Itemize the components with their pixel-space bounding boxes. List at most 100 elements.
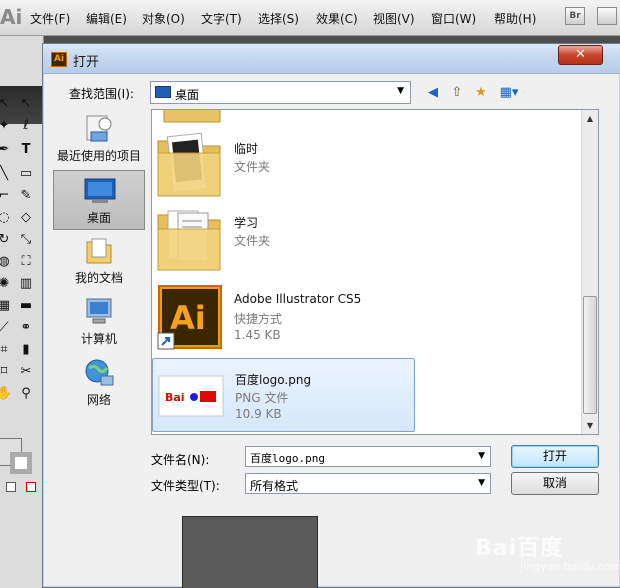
file-name: 百度logo.png [235, 373, 312, 387]
file-name-input[interactable]: 百度logo.png ▼ [245, 446, 491, 467]
open-button[interactable]: 打开 [511, 445, 599, 468]
scroll-down-icon[interactable]: ▼ [582, 417, 598, 434]
chevron-down-icon[interactable]: ▼ [478, 451, 485, 461]
back-icon[interactable]: ◀ [423, 83, 443, 103]
places-bar: 最近使用的项目 桌面 我的文档 计算机 网络 [53, 109, 145, 409]
place-label: 桌面 [86, 211, 111, 225]
folder-icon [157, 132, 221, 197]
file-type-select[interactable]: 所有格式 ▼ [245, 473, 491, 494]
lasso-tool-icon[interactable]: ℓ [18, 118, 34, 134]
file-item-temp[interactable]: 临时 文件夹 [152, 128, 452, 202]
illustrator-app-icon: Ai [51, 52, 67, 67]
desktop-icon [84, 178, 116, 203]
blob-brush-tool-icon[interactable]: ◌ [0, 210, 12, 226]
column-graph-tool-icon[interactable]: ▮ [18, 342, 34, 358]
file-type-label: 文件类型(T): [151, 479, 220, 493]
rotate-tool-icon[interactable]: ↻ [0, 232, 12, 248]
eraser-tool-icon[interactable]: ◇ [18, 210, 34, 226]
place-my-documents[interactable]: 我的文档 [53, 231, 145, 291]
place-label: 最近使用的项目 [56, 149, 141, 163]
app-logo: Ai [0, 5, 22, 29]
file-list[interactable]: 临时 文件夹 学习 文件夹 Ai Adobe Illustrator CS5 快… [151, 109, 599, 435]
view-menu-icon[interactable]: ▦▾ [495, 83, 523, 103]
folder-icon [157, 210, 221, 271]
chevron-down-icon: ▼ [478, 478, 485, 488]
gradient-tool-icon[interactable]: ▬ [18, 298, 34, 314]
artboard-tool-icon[interactable]: ⌑ [0, 364, 12, 380]
menu-help[interactable]: 帮助(H) [494, 10, 536, 27]
file-item-illustrator-shortcut[interactable]: Ai Adobe Illustrator CS5 快捷方式 1.45 KB [152, 280, 452, 354]
computer-icon [86, 298, 112, 324]
rectangle-tool-icon[interactable]: ▭ [18, 166, 34, 182]
scissors-tool-icon[interactable]: ✂ [18, 364, 34, 380]
cancel-button[interactable]: 取消 [511, 472, 599, 495]
place-recent[interactable]: 最近使用的项目 [53, 109, 145, 169]
menu-type[interactable]: 文字(T) [201, 10, 242, 27]
baidu-watermark-url: jingyan.baidu.com [520, 560, 620, 573]
look-in-value: 桌面 [175, 88, 200, 102]
warp-tool-icon[interactable]: ◍ [0, 254, 12, 270]
pen-tool-icon[interactable]: ✒ [0, 142, 12, 158]
hand-tool-icon[interactable]: ✋ [0, 386, 12, 402]
dialog-title: 打开 [73, 55, 100, 70]
menubar: Ai 文件(F) 编辑(E) 对象(O) 文字(T) 选择(S) 效果(C) 视… [0, 0, 620, 36]
paintbrush-tool-icon[interactable]: ⌐ [0, 188, 12, 204]
new-folder-icon[interactable]: ★ [471, 83, 491, 103]
svg-text:Ai: Ai [170, 299, 206, 337]
symbol-sprayer-tool-icon[interactable]: ✺ [0, 276, 12, 292]
menu-file[interactable]: 文件(F) [30, 10, 70, 27]
file-type: 文件夹 [234, 234, 271, 248]
graph-tool-icon[interactable]: ▥ [18, 276, 34, 292]
file-name-label: 文件名(N): [151, 453, 210, 467]
place-network[interactable]: 网络 [53, 353, 145, 413]
place-computer[interactable]: 计算机 [53, 292, 145, 352]
zoom-tool-icon[interactable]: ⚲ [18, 386, 34, 402]
documents-icon [86, 238, 112, 264]
up-folder-icon[interactable]: ⇧ [447, 83, 467, 103]
network-icon [85, 359, 114, 386]
bridge-button[interactable]: Br [565, 7, 585, 25]
file-size: 10.9 KB [235, 407, 282, 421]
folder-icon [163, 110, 221, 123]
file-item-baidu-logo[interactable]: Bai 百度logo.png PNG 文件 10.9 KB [152, 358, 415, 432]
place-label: 我的文档 [74, 271, 123, 285]
place-desktop[interactable]: 桌面 [53, 170, 145, 230]
recent-icon [86, 115, 112, 142]
selection-tool-icon[interactable]: ↖ [0, 96, 12, 112]
free-transform-tool-icon[interactable]: ⛶ [18, 254, 34, 270]
dialog-titlebar: Ai 打开 ✕ [43, 44, 620, 74]
pencil-tool-icon[interactable]: ✎ [18, 188, 34, 204]
blend-tool-icon[interactable]: ⚭ [18, 320, 34, 336]
direct-selection-tool-icon[interactable]: ↖ [18, 96, 34, 112]
magic-wand-tool-icon[interactable]: ✦ [0, 118, 12, 134]
file-item-study[interactable]: 学习 文件夹 [152, 202, 452, 276]
baidu-watermark: Bai百度 [475, 536, 564, 561]
open-dialog: Ai 打开 ✕ 查找范围(I): 桌面 ▼ ◀ ⇧ ★ ▦▾ 最近使用的项目 桌… [42, 43, 620, 588]
mesh-tool-icon[interactable]: ▦ [0, 298, 12, 314]
file-name: Adobe Illustrator CS5 [234, 292, 362, 306]
scale-tool-icon[interactable]: ⤡ [18, 232, 34, 248]
menu-object[interactable]: 对象(O) [142, 10, 185, 27]
menu-select[interactable]: 选择(S) [258, 10, 299, 27]
scroll-up-icon[interactable]: ▲ [582, 110, 598, 127]
line-tool-icon[interactable]: ╲ [0, 166, 12, 182]
slice-tool-icon[interactable]: ⌗ [0, 342, 12, 358]
menu-window[interactable]: 窗口(W) [431, 10, 476, 27]
menu-edit[interactable]: 编辑(E) [86, 10, 127, 27]
svg-text:Bai: Bai [165, 391, 185, 404]
file-type: PNG 文件 [235, 391, 289, 405]
menu-effect[interactable]: 效果(C) [316, 10, 358, 27]
vertical-scrollbar[interactable]: ▲ ▼ [581, 110, 598, 434]
close-button[interactable]: ✕ [558, 45, 603, 65]
eyedropper-tool-icon[interactable]: ⟋ [0, 320, 12, 336]
scrollbar-thumb[interactable] [583, 296, 597, 414]
desktop-icon [155, 86, 171, 98]
fill-stroke-swatches[interactable] [0, 436, 44, 516]
menu-view[interactable]: 视图(V) [373, 10, 415, 27]
look-in-dropdown[interactable]: 桌面 ▼ [150, 81, 411, 104]
arrange-documents-button[interactable] [597, 7, 617, 25]
chevron-down-icon: ▼ [397, 86, 404, 96]
type-tool-icon[interactable]: T [18, 142, 34, 158]
file-type: 快捷方式 [234, 312, 283, 326]
place-label: 计算机 [80, 332, 117, 346]
